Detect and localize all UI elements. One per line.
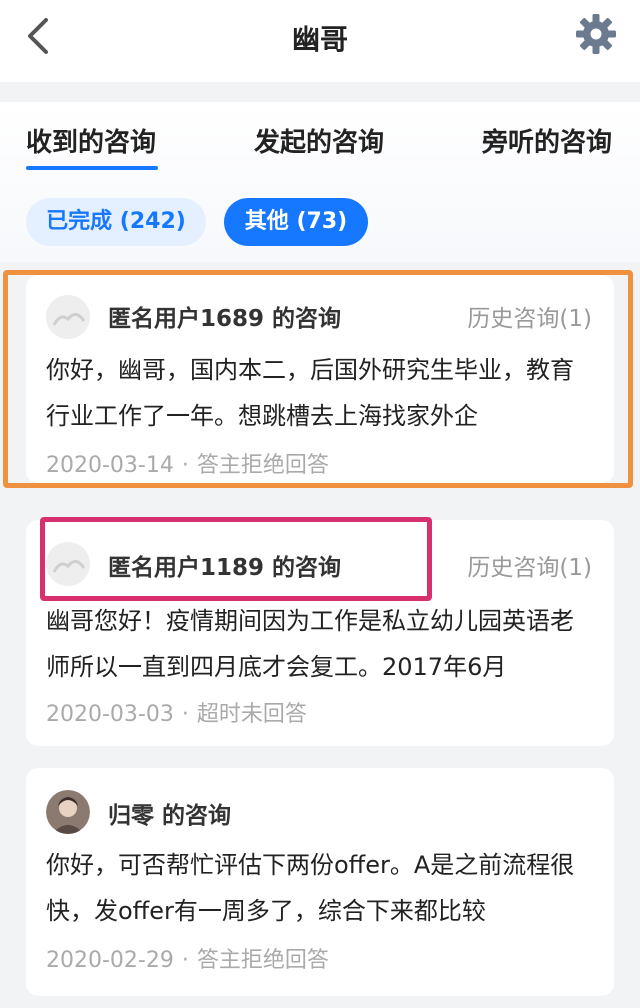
consult-status: 答主拒绝回答 bbox=[196, 948, 329, 973]
consult-card[interactable]: 归零 的咨询 你好，可否帮忙评估下两份offer。A是之前流程很快，发offer… bbox=[26, 768, 614, 996]
consult-meta: 2020-03-14 · 答主拒绝回答 bbox=[46, 447, 329, 479]
avatar bbox=[46, 542, 90, 586]
avatar bbox=[46, 295, 90, 339]
consult-text: 你好，幽哥，国内本二，后国外研究生毕业，教育行业工作了一年。想跳槽去上海找家外企 bbox=[46, 356, 574, 430]
tabs-area: 收到的咨询 发起的咨询 旁听的咨询 已完成 (242) 其他 (73) bbox=[0, 102, 640, 262]
consult-author: 匿名用户1689 的咨询 bbox=[108, 306, 342, 332]
consult-author: 匿名用户1189 的咨询 bbox=[108, 555, 342, 581]
tab-initiated[interactable]: 发起的咨询 bbox=[254, 122, 384, 159]
consult-status: 超时未回答 bbox=[196, 702, 307, 727]
filter-completed[interactable]: 已完成 (242) bbox=[26, 198, 206, 246]
separator: · bbox=[181, 453, 189, 478]
top-bar: 幽哥 bbox=[0, 0, 640, 82]
consult-status: 答主拒绝回答 bbox=[196, 453, 329, 478]
tab-received[interactable]: 收到的咨询 bbox=[26, 122, 156, 159]
consult-meta: 2020-02-29 · 答主拒绝回答 bbox=[46, 942, 329, 974]
history-count[interactable]: 历史咨询(1) bbox=[467, 548, 592, 582]
consult-date: 2020-02-29 bbox=[46, 948, 174, 973]
consult-date: 2020-03-03 bbox=[46, 702, 174, 727]
avatar bbox=[46, 790, 90, 834]
tab-listened[interactable]: 旁听的咨询 bbox=[482, 122, 612, 159]
separator: · bbox=[181, 702, 189, 727]
consult-author: 归零 的咨询 bbox=[108, 803, 232, 829]
active-tab-indicator bbox=[26, 166, 158, 170]
page-title: 幽哥 bbox=[291, 23, 348, 56]
consult-card[interactable]: 匿名用户1189 的咨询 历史咨询(1) 幽哥您好！疫情期间因为工作是私立幼儿园… bbox=[26, 520, 614, 746]
header-gap bbox=[0, 82, 640, 102]
gear-icon[interactable] bbox=[574, 12, 618, 56]
filter-other[interactable]: 其他 (73) bbox=[224, 198, 368, 246]
consult-card[interactable]: 匿名用户1689 的咨询 历史咨询(1) 你好，幽哥，国内本二，后国外研究生毕业… bbox=[26, 275, 614, 483]
consult-text: 幽哥您好！疫情期间因为工作是私立幼儿园英语老师所以一直到四月底才会复工。2017… bbox=[46, 607, 574, 681]
consult-meta: 2020-03-03 · 超时未回答 bbox=[46, 696, 307, 728]
history-count[interactable]: 历史咨询(1) bbox=[467, 299, 592, 333]
separator: · bbox=[181, 948, 189, 973]
consult-text: 你好，可否帮忙评估下两份offer。A是之前流程很快，发offer有一周多了，综… bbox=[46, 851, 575, 925]
consult-date: 2020-03-14 bbox=[46, 453, 174, 478]
